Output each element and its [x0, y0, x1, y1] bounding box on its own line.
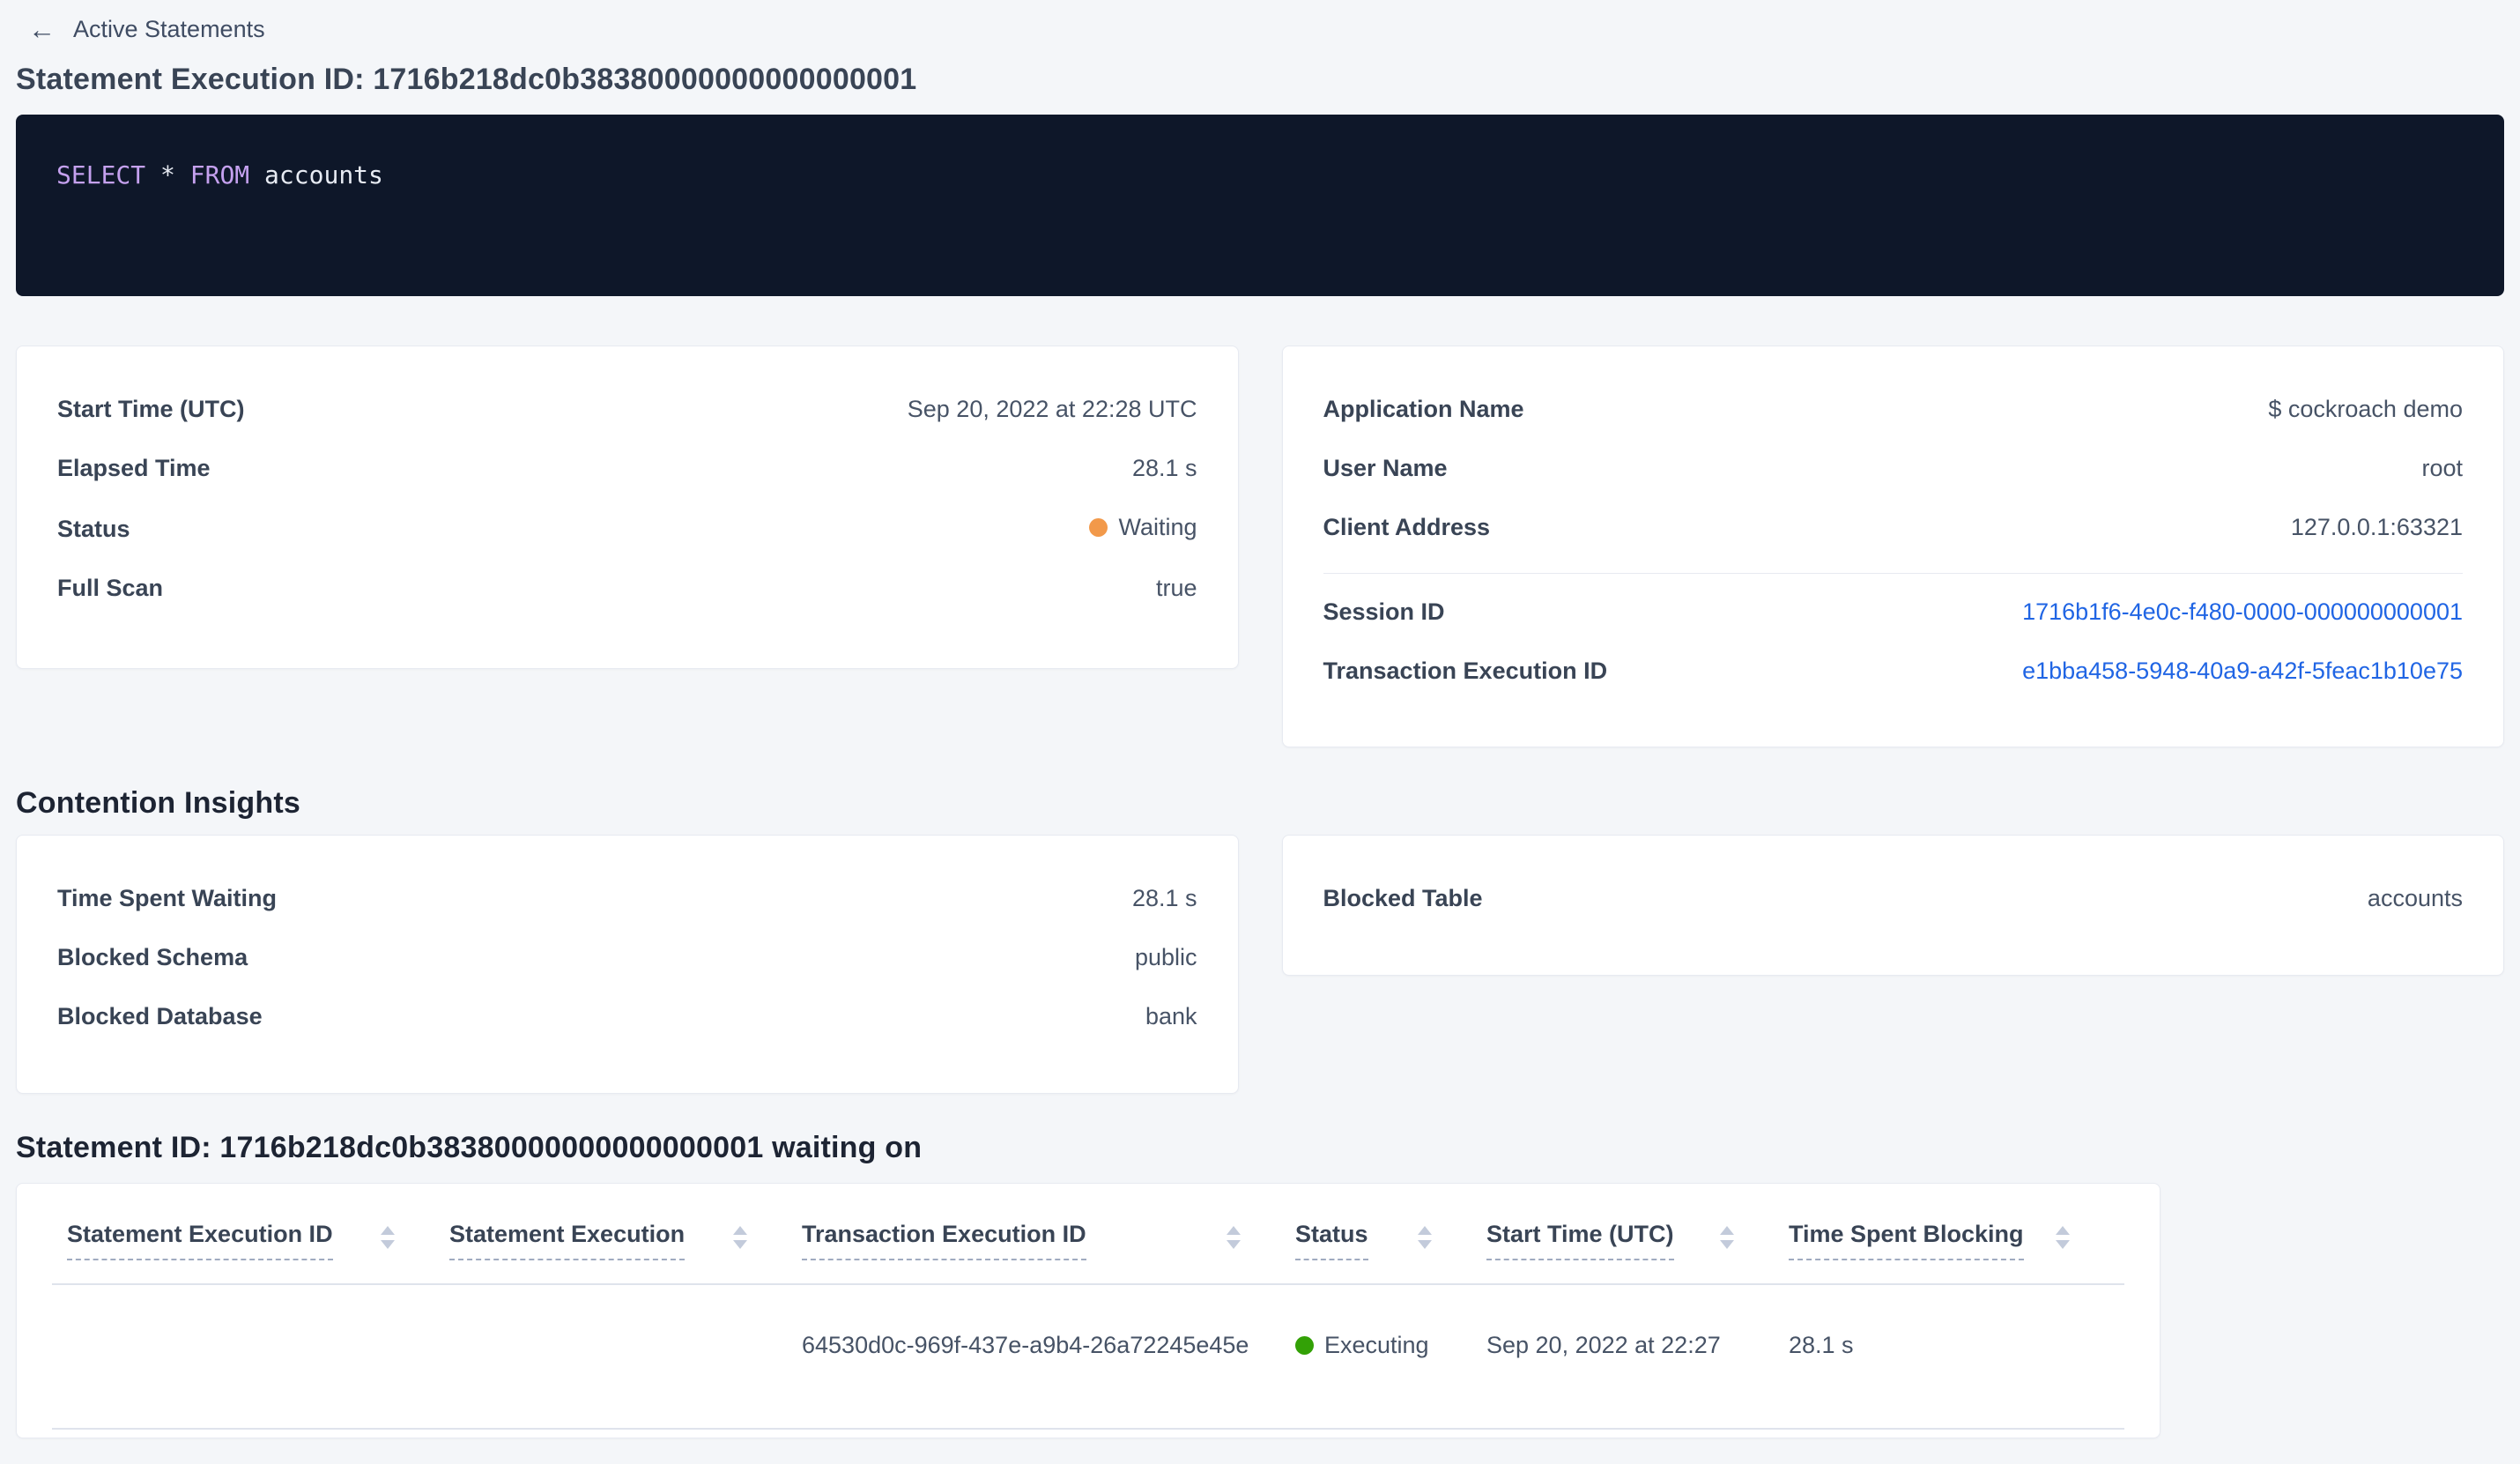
blocked-schema-value: public: [1134, 944, 1197, 970]
client-address-value: 127.0.0.1:63321: [2290, 514, 2463, 540]
blocked-table-label: Blocked Table: [1323, 885, 1483, 911]
table-row: 64530d0c-969f-437e-a9b4-26a72245e45e Exe…: [17, 1285, 2160, 1405]
breadcrumb-back[interactable]: ← Active Statements: [16, 16, 2504, 43]
breadcrumb-label[interactable]: Active Statements: [73, 16, 265, 43]
elapsed-time-label: Elapsed Time: [57, 455, 211, 481]
cell-transaction-execution-id: 64530d0c-969f-437e-a9b4-26a72245e45e: [802, 1331, 1249, 1358]
blocked-database-row: Blocked Database bank: [57, 1003, 1197, 1030]
status-waiting-dot-icon: [1089, 518, 1108, 537]
column-header-status[interactable]: Status: [1295, 1221, 1486, 1260]
column-header-label[interactable]: Start Time (UTC): [1486, 1221, 1674, 1260]
column-header-label[interactable]: Statement Execution ID: [67, 1221, 333, 1260]
column-header-transaction-execution-id[interactable]: Transaction Execution ID: [802, 1221, 1295, 1260]
time-spent-waiting-label: Time Spent Waiting: [57, 885, 278, 911]
full-scan-value: true: [1155, 575, 1197, 601]
transaction-execution-id-row: Transaction Execution ID e1bba458-5948-4…: [1323, 658, 2464, 685]
sort-icon[interactable]: [2056, 1226, 2070, 1249]
session-info-card: Application Name $ cockroach demo User N…: [1281, 346, 2504, 747]
session-id-row: Session ID 1716b1f6-4e0c-f480-0000-00000…: [1323, 598, 2464, 626]
table-bottom-padding: [17, 1430, 2160, 1464]
column-header-time-spent-blocking[interactable]: Time Spent Blocking: [1789, 1221, 2124, 1260]
waiting-table-header-row: Statement Execution ID Statement Executi…: [17, 1221, 2160, 1260]
start-time-label: Start Time (UTC): [57, 396, 245, 422]
cell-status: Executing: [1295, 1332, 1486, 1359]
status-row: Status Waiting: [57, 514, 1197, 543]
sort-icon[interactable]: [733, 1226, 747, 1249]
client-address-label: Client Address: [1323, 514, 1491, 540]
start-time-value: Sep 20, 2022 at 22:28 UTC: [907, 396, 1197, 422]
application-name-row: Application Name $ cockroach demo: [1323, 396, 2464, 423]
transaction-execution-id-label: Transaction Execution ID: [1323, 658, 1608, 684]
page-title: Statement Execution ID: 1716b218dc0b3838…: [16, 63, 917, 96]
column-header-label[interactable]: Status: [1295, 1221, 1368, 1260]
user-name-label: User Name: [1323, 455, 1448, 481]
waiting-on-table-card: Statement Execution ID Statement Executi…: [16, 1183, 2161, 1438]
contention-insights-heading: Contention Insights: [16, 786, 300, 820]
status-text: Waiting: [1118, 514, 1197, 540]
sort-icon[interactable]: [1418, 1226, 1432, 1249]
status-label: Status: [57, 516, 130, 542]
sql-statement-box: SELECT * FROM accounts: [16, 115, 2504, 296]
session-card-divider: [1323, 573, 2463, 574]
overview-cards-row: Start Time (UTC) Sep 20, 2022 at 22:28 U…: [16, 346, 2504, 747]
time-spent-waiting-value: 28.1 s: [1131, 885, 1197, 911]
sort-icon[interactable]: [1227, 1226, 1241, 1249]
sql-keyword: FROM: [189, 160, 250, 190]
column-header-label[interactable]: Statement Execution: [449, 1221, 686, 1260]
blocked-database-value: bank: [1145, 1003, 1197, 1029]
status-executing-dot-icon: [1295, 1335, 1314, 1355]
user-name-value: root: [2421, 455, 2463, 481]
elapsed-time-row: Elapsed Time 28.1 s: [57, 455, 1197, 482]
statement-overview-card: Start Time (UTC) Sep 20, 2022 at 22:28 U…: [16, 346, 1239, 669]
back-arrow-icon[interactable]: ←: [28, 16, 56, 43]
full-scan-label: Full Scan: [57, 575, 164, 601]
blocked-schema-label: Blocked Schema: [57, 944, 248, 970]
blocked-database-label: Blocked Database: [57, 1003, 263, 1029]
elapsed-time-value: 28.1 s: [1131, 455, 1197, 481]
column-header-label[interactable]: Time Spent Blocking: [1789, 1221, 2024, 1260]
transaction-execution-id-link[interactable]: e1bba458-5948-40a9-a42f-5feac1b10e75: [2022, 658, 2463, 685]
full-scan-row: Full Scan true: [57, 575, 1197, 602]
column-header-start-time[interactable]: Start Time (UTC): [1486, 1221, 1789, 1260]
sql-text: *: [145, 160, 190, 190]
session-id-label: Session ID: [1323, 598, 1445, 625]
sql-table-name: accounts: [249, 160, 383, 190]
cell-status-text: Executing: [1324, 1331, 1429, 1358]
application-name-label: Application Name: [1323, 396, 1524, 422]
cell-time-spent-blocking: 28.1 s: [1789, 1331, 1854, 1358]
sort-icon[interactable]: [381, 1226, 395, 1249]
column-header-statement-execution[interactable]: Statement Execution: [449, 1221, 802, 1260]
column-header-statement-execution-id[interactable]: Statement Execution ID: [67, 1221, 449, 1260]
blocked-table-card: Blocked Table accounts: [1281, 835, 2504, 976]
sort-icon[interactable]: [1720, 1226, 1734, 1249]
waiting-on-heading: Statement ID: 1716b218dc0b38380000000000…: [16, 1131, 923, 1164]
blocked-table-value: accounts: [2367, 885, 2463, 911]
contention-cards-row: Time Spent Waiting 28.1 s Blocked Schema…: [16, 835, 2504, 1094]
client-address-row: Client Address 127.0.0.1:63321: [1323, 514, 2464, 541]
time-spent-waiting-row: Time Spent Waiting 28.1 s: [57, 885, 1197, 912]
session-id-link[interactable]: 1716b1f6-4e0c-f480-0000-000000000001: [2022, 598, 2463, 626]
blocked-schema-row: Blocked Schema public: [57, 944, 1197, 971]
user-name-row: User Name root: [1323, 455, 2464, 482]
sql-keyword: SELECT: [56, 160, 146, 190]
start-time-row: Start Time (UTC) Sep 20, 2022 at 22:28 U…: [57, 396, 1197, 423]
column-header-label[interactable]: Transaction Execution ID: [802, 1221, 1086, 1260]
application-name-value: $ cockroach demo: [2268, 396, 2463, 422]
contention-details-card: Time Spent Waiting 28.1 s Blocked Schema…: [16, 835, 1239, 1094]
cell-start-time: Sep 20, 2022 at 22:27: [1486, 1331, 1721, 1358]
blocked-table-row: Blocked Table accounts: [1323, 885, 2464, 912]
status-value: Waiting: [1089, 514, 1197, 541]
